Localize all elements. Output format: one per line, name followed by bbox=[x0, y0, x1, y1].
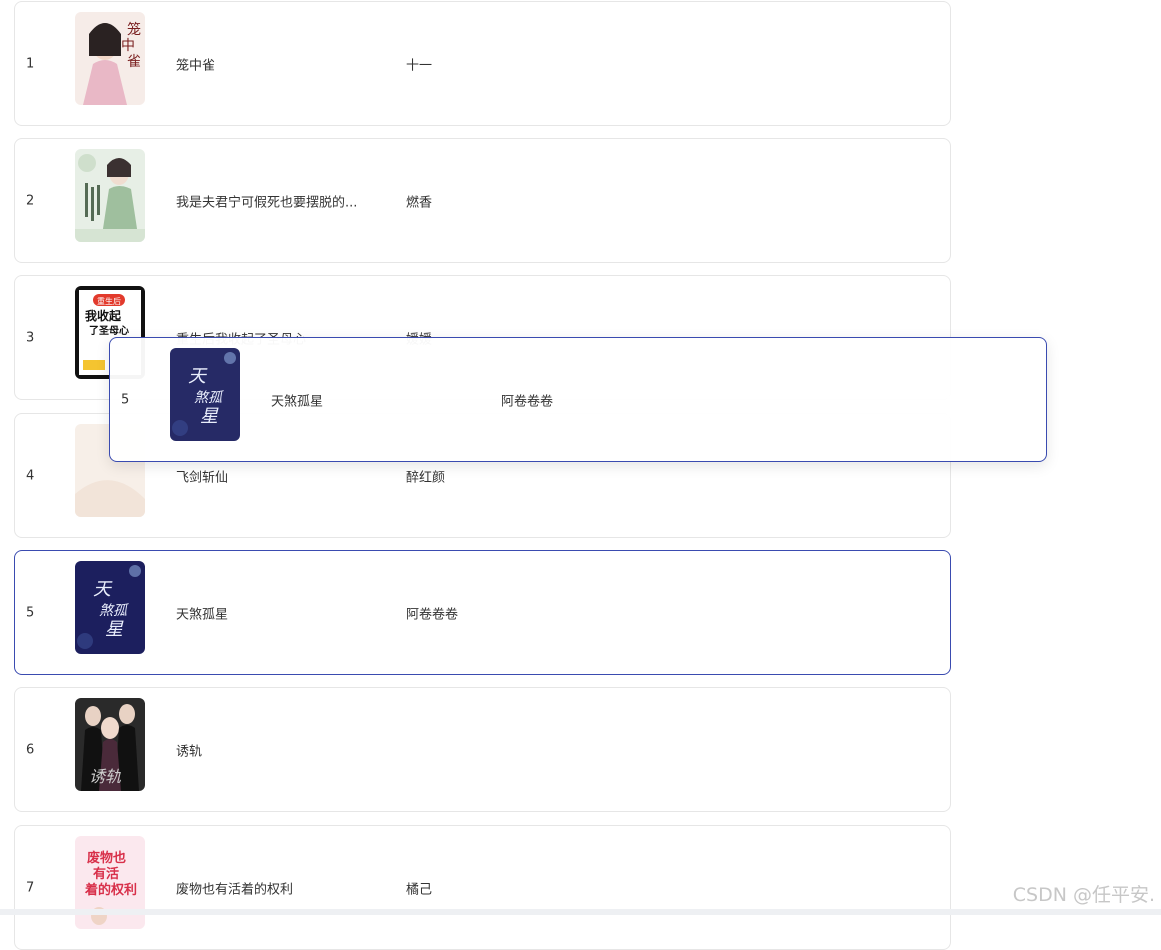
book-title: 飞剑斩仙 bbox=[176, 470, 229, 485]
book-author: 醉红颜 bbox=[406, 470, 446, 485]
svg-text:着的权利: 着的权利 bbox=[84, 882, 137, 898]
book-title: 诱轨 bbox=[176, 744, 203, 759]
book-cover-night-sky-icon: 天 煞孤 星 bbox=[170, 348, 240, 441]
book-title: 天煞孤星 bbox=[271, 394, 324, 409]
svg-text:星: 星 bbox=[200, 406, 219, 427]
watermark-text: CSDN @任平安. bbox=[1012, 884, 1155, 906]
row-index: 2 bbox=[26, 193, 35, 208]
svg-text:中: 中 bbox=[121, 38, 135, 54]
book-cover-cage-bird-icon: 笼 中 雀 bbox=[75, 12, 145, 105]
book-title: 天煞孤星 bbox=[176, 607, 229, 622]
list-item[interactable]: 7 废物也 有活 着的权利 废物也有活着的权利 橘己 bbox=[14, 825, 951, 950]
svg-text:废物也: 废物也 bbox=[87, 850, 126, 866]
row-index: 6 bbox=[26, 742, 35, 757]
row-index: 5 bbox=[121, 392, 130, 407]
row-index: 3 bbox=[26, 330, 35, 345]
book-cover-night-sky-icon: 天 煞孤 星 bbox=[75, 561, 145, 654]
book-title: 我是夫君宁可假死也要摆脱的... bbox=[176, 195, 358, 210]
book-cover-couple-icon: 诱轨 bbox=[75, 698, 145, 791]
list-item[interactable]: 2 我是夫君宁可假死也要摆脱的... 燃香 bbox=[14, 138, 951, 263]
list-item[interactable]: 1 笼 中 雀 笼中雀 十一 bbox=[14, 1, 951, 126]
svg-text:重生后: 重生后 bbox=[97, 296, 121, 306]
svg-text:我收起: 我收起 bbox=[85, 308, 122, 323]
row-index: 1 bbox=[26, 56, 35, 71]
book-title: 笼中雀 bbox=[176, 58, 216, 73]
book-author: 十一 bbox=[406, 58, 433, 73]
book-author: 燃香 bbox=[406, 195, 433, 210]
book-title: 废物也有活着的权利 bbox=[176, 882, 294, 897]
svg-text:天: 天 bbox=[93, 579, 113, 600]
list-item-active[interactable]: 5 天 煞孤 星 天煞孤星 阿卷卷卷 bbox=[14, 550, 951, 675]
svg-text:诱轨: 诱轨 bbox=[89, 767, 121, 786]
svg-text:煞孤: 煞孤 bbox=[194, 390, 224, 406]
svg-text:天: 天 bbox=[188, 366, 208, 387]
svg-text:煞孤: 煞孤 bbox=[99, 603, 129, 619]
bottom-bar bbox=[0, 909, 1161, 915]
svg-text:雀: 雀 bbox=[127, 54, 141, 70]
book-author: 橘己 bbox=[406, 882, 433, 897]
svg-text:有活: 有活 bbox=[93, 866, 119, 882]
svg-text:笼: 笼 bbox=[127, 21, 141, 38]
svg-text:星: 星 bbox=[105, 619, 124, 640]
list-item[interactable]: 6 诱轨 诱轨 bbox=[14, 687, 951, 812]
row-index: 7 bbox=[26, 880, 35, 895]
row-index: 5 bbox=[26, 605, 35, 620]
book-cover-pink-icon: 废物也 有活 着的权利 bbox=[75, 836, 145, 929]
svg-text:了圣母心: 了圣母心 bbox=[89, 325, 129, 337]
book-author: 阿卷卷卷 bbox=[406, 607, 459, 622]
book-author: 阿卷卷卷 bbox=[501, 394, 554, 409]
row-index: 4 bbox=[26, 468, 35, 483]
book-cover-green-lady-icon bbox=[75, 149, 145, 242]
drag-preview-item[interactable]: 5 天 煞孤 星 天煞孤星 阿卷卷卷 bbox=[109, 337, 1047, 462]
